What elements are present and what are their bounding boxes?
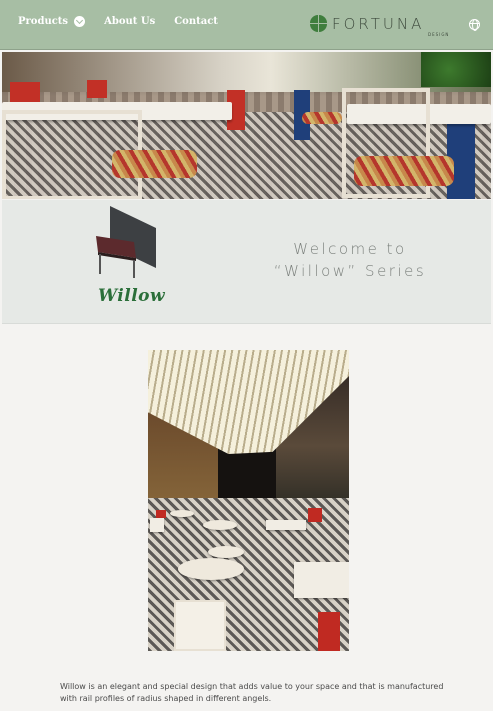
- product-description: Willow is an elegant and special design …: [60, 682, 444, 703]
- nav-contact-label: Contact: [174, 16, 218, 27]
- main-nav: Products About Us Contact: [18, 16, 237, 27]
- nav-contact[interactable]: Contact: [174, 16, 218, 27]
- nav-about-us[interactable]: About Us: [104, 16, 155, 27]
- welcome-line-2: “Willow” Series: [273, 262, 427, 280]
- site-header: Products About Us Contact FORTUNA DESIGN: [0, 0, 493, 50]
- willow-logo: Willow: [98, 286, 166, 306]
- nav-products[interactable]: Products: [18, 16, 86, 27]
- nav-products-label: Products: [18, 16, 69, 27]
- site-logo[interactable]: FORTUNA DESIGN: [310, 15, 448, 37]
- willow-installation-photo: [148, 350, 349, 651]
- welcome-heading: Welcome to “Willow” Series: [250, 238, 450, 282]
- chevron-down-icon[interactable]: [74, 16, 86, 27]
- logo-subtext: DESIGN: [428, 32, 450, 37]
- nav-about-us-label: About Us: [104, 16, 156, 27]
- welcome-section: Willow Welcome to “Willow” Series: [2, 200, 491, 324]
- globe-icon[interactable]: [469, 19, 480, 31]
- logo-text: FORTUNA: [332, 15, 425, 33]
- main-content: Willow is an elegant and special design …: [2, 325, 491, 709]
- clover-logo-icon: [310, 15, 328, 33]
- welcome-line-1: Welcome to: [293, 240, 407, 258]
- hero-banner-image: [2, 52, 491, 199]
- willow-product-icon: [96, 206, 156, 278]
